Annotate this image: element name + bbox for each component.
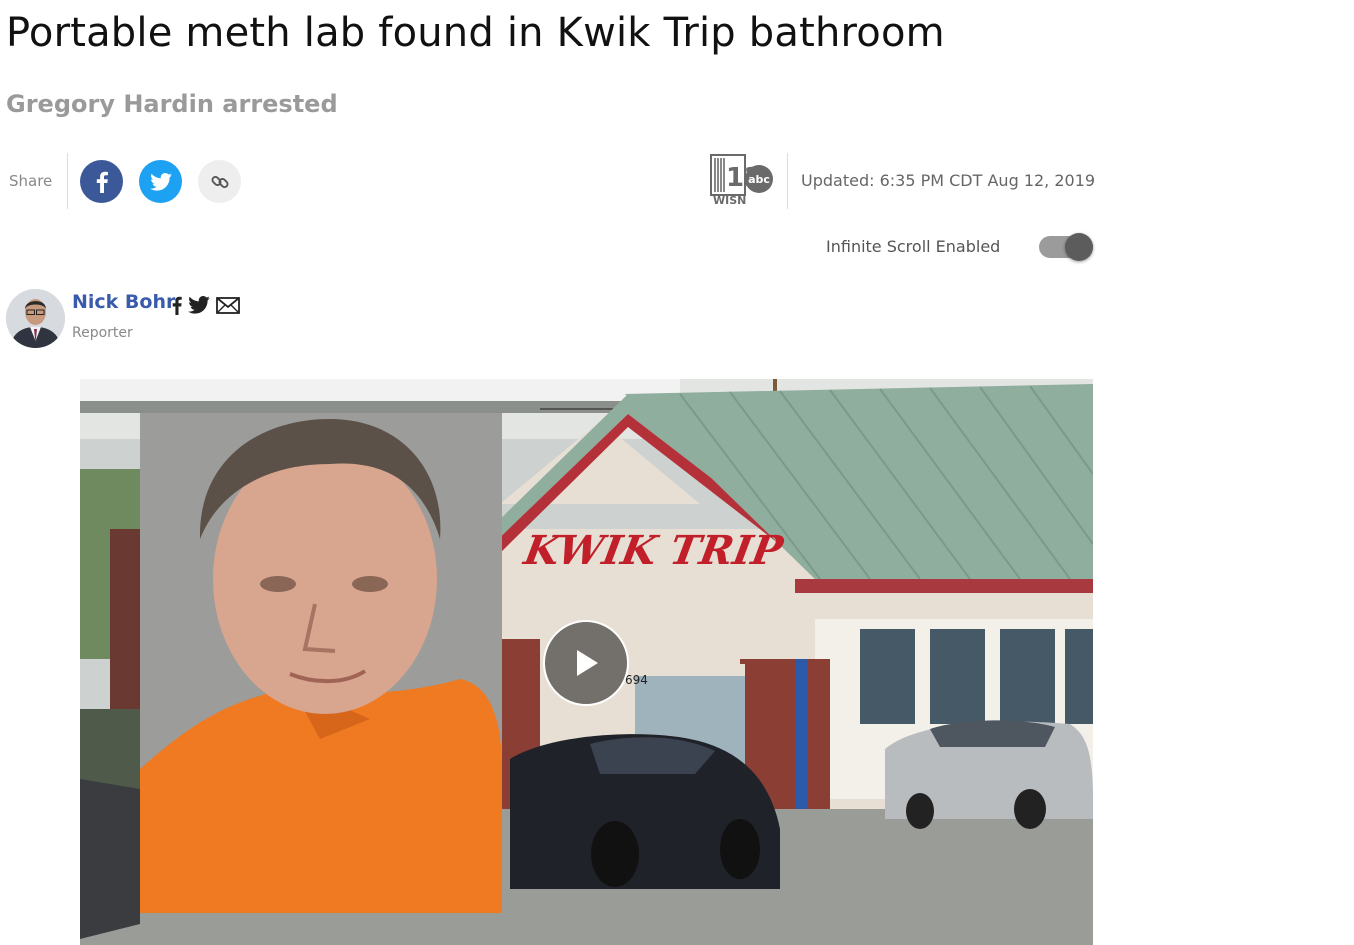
logo-network: abc <box>748 173 770 186</box>
author-avatar[interactable] <box>6 289 65 348</box>
twitter-icon[interactable] <box>188 296 210 314</box>
email-icon[interactable] <box>216 296 240 314</box>
play-icon <box>577 650 598 676</box>
updated-timestamp: Updated: 6:35 PM CDT Aug 12, 2019 <box>801 171 1096 190</box>
toggle-knob <box>1065 233 1093 261</box>
share-label: Share <box>9 172 53 190</box>
infinite-scroll-toggle[interactable] <box>1039 233 1093 261</box>
article-subheadline: Gregory Hardin arrested <box>6 90 338 118</box>
station-logo[interactable]: 12 abc WISN <box>710 154 774 207</box>
facebook-icon <box>96 171 108 193</box>
meta-divider <box>787 153 788 209</box>
share-divider <box>67 153 68 209</box>
author-role: Reporter <box>72 325 133 341</box>
article-headline: Portable meth lab found in Kwik Trip bat… <box>6 10 945 56</box>
infinite-scroll-label: Infinite Scroll Enabled <box>826 237 1001 256</box>
video-play-button[interactable] <box>543 620 629 706</box>
thumbnail-store-sign: KWIK TRIP <box>520 526 788 574</box>
facebook-share-button[interactable] <box>80 160 123 203</box>
copy-link-button[interactable] <box>198 160 241 203</box>
logo-call-letters: WISN <box>713 194 746 206</box>
share-bar: Share 12 abc WISN Updated: 6:35 PM CDT A… <box>0 153 1100 209</box>
thumbnail-address: 694 <box>625 673 648 687</box>
link-icon <box>211 175 228 188</box>
twitter-icon <box>149 172 172 191</box>
author-name-link[interactable]: Nick Bohr <box>72 291 175 313</box>
author-social-links <box>172 294 240 316</box>
video-player[interactable]: 694 KWIK TRIP <box>80 379 1093 945</box>
facebook-icon[interactable] <box>172 296 182 315</box>
twitter-share-button[interactable] <box>139 160 182 203</box>
